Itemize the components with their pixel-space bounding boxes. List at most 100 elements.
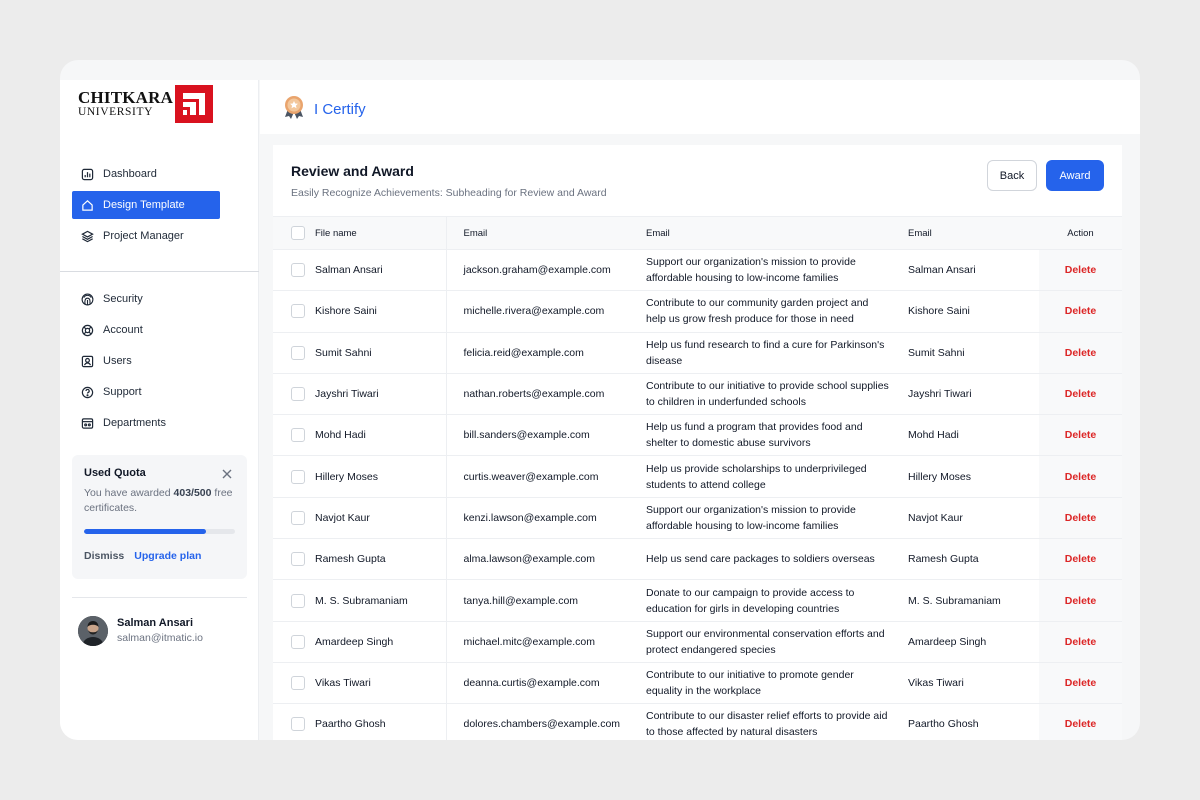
column-header-email-2: Email: [636, 216, 898, 250]
app-brand: I Certify: [282, 94, 366, 125]
row-checkbox[interactable]: [291, 263, 305, 278]
row-checkbox[interactable]: [291, 717, 305, 732]
email-cell: deanna.curtis@example.com: [463, 677, 600, 690]
user-profile[interactable]: Salman Ansari salman@itmatic.io: [78, 616, 203, 646]
email-cell: jackson.graham@example.com: [463, 264, 611, 277]
file-name-cell: M. S. Subramaniam: [315, 579, 447, 622]
recipient-name-cell: Vikas Tiwari: [908, 677, 964, 690]
sidebar-item-departments[interactable]: Departments: [72, 409, 220, 437]
description-cell: Contribute to our community garden proje…: [646, 297, 869, 326]
description-cell: Help us provide scholarships to underpri…: [646, 462, 867, 491]
delete-button[interactable]: Delete: [1039, 290, 1122, 333]
avatar: [78, 616, 108, 646]
delete-button[interactable]: Delete: [1039, 497, 1122, 539]
recipient-name-cell: M. S. Subramaniam: [908, 594, 1001, 607]
delete-button[interactable]: Delete: [1039, 579, 1122, 622]
recipient-name-cell: Navjot Kaur: [908, 511, 963, 524]
sidebar-item-design-template[interactable]: Design Template: [72, 191, 220, 219]
user-divider: [72, 597, 247, 598]
file-name-cell: Ramesh Gupta: [315, 538, 447, 580]
sidebar: CHITKARA UNIVERSITY Dashboard Design Tem…: [60, 80, 259, 740]
user-name: Salman Ansari: [117, 617, 194, 629]
delete-button[interactable]: Delete: [1039, 373, 1122, 415]
row-checkbox[interactable]: [291, 676, 305, 691]
description-cell: Contribute to our initiative to promote …: [646, 669, 854, 698]
recipient-name-cell: Hillery Moses: [908, 470, 972, 483]
sidebar-item-support[interactable]: Support: [72, 378, 220, 406]
column-header-email-1: Email: [446, 216, 636, 250]
award-button[interactable]: Award: [1046, 160, 1104, 191]
description-cell: Help us fund research to find a cure for…: [646, 338, 885, 367]
file-name-cell: Hillery Moses: [315, 455, 447, 498]
delete-button[interactable]: Delete: [1039, 538, 1122, 580]
row-checkbox[interactable]: [291, 469, 305, 484]
email-cell: curtis.weaver@example.com: [463, 470, 599, 483]
file-name-cell: Salman Ansari: [315, 249, 447, 291]
delete-button[interactable]: Delete: [1039, 703, 1122, 740]
quota-title: Used Quota: [84, 467, 146, 479]
file-name-cell: Amardeep Singh: [315, 621, 447, 663]
row-checkbox[interactable]: [291, 593, 305, 608]
page-title: Review and Award: [291, 163, 414, 179]
award-ribbon-icon: [282, 94, 306, 125]
table-row: Navjot Kaur kenzi.lawson@example.com Suppo…: [273, 497, 1122, 539]
row-checkbox[interactable]: [291, 387, 305, 402]
sidebar-item-security[interactable]: Security: [72, 285, 220, 313]
sidebar-item-project-manager[interactable]: Project Manager: [72, 222, 220, 250]
delete-button[interactable]: Delete: [1039, 662, 1122, 704]
lifebuoy-icon: [80, 323, 94, 337]
sidebar-item-account[interactable]: Account: [72, 316, 220, 344]
row-checkbox[interactable]: [291, 428, 305, 443]
sidebar-item-label: Project Manager: [103, 230, 184, 242]
sidebar-item-label: Support: [103, 386, 142, 398]
sidebar-item-label: Dashboard: [103, 168, 157, 180]
recipient-name-cell: Salman Ansari: [908, 264, 976, 277]
select-all-checkbox[interactable]: [291, 226, 305, 240]
sidebar-item-dashboard[interactable]: Dashboard: [72, 160, 220, 188]
description-cell: Support our organization's mission to pr…: [646, 503, 856, 532]
layers-icon: [80, 229, 94, 243]
description-cell: Donate to our campaign to provide access…: [646, 586, 855, 615]
upgrade-plan-link[interactable]: Upgrade plan: [134, 550, 201, 562]
delete-button[interactable]: Delete: [1039, 249, 1122, 291]
delete-button[interactable]: Delete: [1039, 621, 1122, 663]
logo-main-text: CHITKARA: [78, 88, 174, 108]
row-checkbox[interactable]: [291, 510, 305, 525]
table-row: Ramesh Gupta alma.lawson@example.com Help …: [273, 538, 1122, 580]
home-icon: [80, 198, 94, 212]
sidebar-item-users[interactable]: Users: [72, 347, 220, 375]
file-name-cell: Jayshri Tiwari: [315, 373, 447, 415]
email-cell: bill.sanders@example.com: [463, 429, 590, 442]
description-cell: Support our organization's mission to pr…: [646, 256, 856, 285]
description-cell: Contribute to our disaster relief effort…: [646, 710, 888, 739]
app-title: I Certify: [314, 101, 366, 118]
description-cell: Help us send care packages to soldiers o…: [646, 553, 875, 566]
recipient-name-cell: Paartho Ghosh: [908, 718, 979, 731]
row-checkbox[interactable]: [291, 304, 305, 319]
sidebar-item-label: Design Template: [103, 199, 185, 211]
quota-progress-bar: [84, 529, 235, 534]
sidebar-item-label: Account: [103, 324, 143, 336]
delete-button[interactable]: Delete: [1039, 414, 1122, 456]
row-checkbox[interactable]: [291, 345, 305, 360]
delete-button[interactable]: Delete: [1039, 332, 1122, 374]
app-window: CHITKARA UNIVERSITY Dashboard Design Tem…: [60, 60, 1140, 740]
delete-button[interactable]: Delete: [1039, 455, 1122, 498]
user-card-icon: [80, 354, 94, 368]
file-name-cell: Paartho Ghosh: [315, 703, 447, 740]
chart-icon: [80, 167, 94, 181]
recipient-name-cell: Sumit Sahni: [908, 346, 965, 359]
university-logo: CHITKARA UNIVERSITY: [78, 85, 214, 123]
dismiss-button[interactable]: Dismiss: [84, 550, 124, 562]
recipient-name-cell: Ramesh Gupta: [908, 553, 979, 566]
row-checkbox[interactable]: [291, 552, 305, 567]
table-row: Hillery Moses curtis.weaver@example.com He…: [273, 455, 1122, 498]
row-checkbox[interactable]: [291, 634, 305, 649]
back-button[interactable]: Back: [987, 160, 1037, 191]
description-cell: Help us fund a program that provides foo…: [646, 421, 863, 450]
table-row: Jayshri Tiwari nathan.roberts@example.com…: [273, 373, 1122, 415]
close-icon[interactable]: [221, 467, 233, 479]
column-header-email-3: Email: [898, 216, 1039, 250]
logo-sub-text: UNIVERSITY: [78, 106, 153, 119]
recipient-name-cell: Amardeep Singh: [908, 635, 987, 648]
